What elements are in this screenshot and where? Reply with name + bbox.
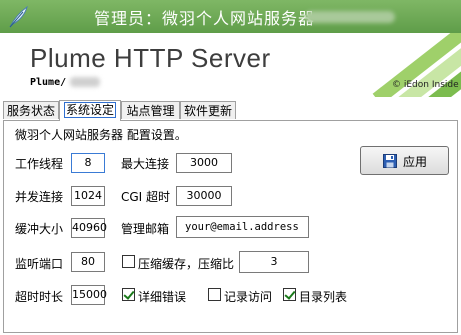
directory-listing-checkbox[interactable]: [283, 288, 296, 301]
copyright-text: © iEdon Inside: [392, 80, 459, 90]
timeout-label: 超时时长: [15, 290, 64, 304]
listen-port-input[interactable]: 80: [71, 252, 105, 272]
detailed-errors-checkbox[interactable]: [122, 288, 135, 301]
concurrent-connections-input[interactable]: 1024: [71, 186, 105, 206]
tab-bar: 服务状态 系统设定 站点管理 软件更新: [0, 100, 461, 121]
install-path: Plume/: [30, 77, 67, 88]
cgi-timeout-input[interactable]: 30000: [176, 186, 232, 206]
feather-icon: [9, 5, 28, 28]
apply-button-label: 应用: [403, 155, 428, 169]
cgi-timeout-label: CGI 超时: [121, 190, 171, 204]
admin-email-label: 管理邮箱: [121, 222, 170, 236]
compression-label: 压缩缓存，压缩比: [138, 257, 235, 271]
save-icon: [383, 154, 397, 168]
max-connections-input[interactable]: 3000: [176, 153, 232, 173]
window-title: 管理员：微羽个人网站服务器: [94, 9, 316, 28]
directory-listing-label: 目录列表: [299, 290, 348, 304]
tab-service-status[interactable]: 服务状态: [3, 101, 59, 119]
compression-checkbox[interactable]: [122, 255, 135, 268]
redacted-path: [70, 77, 100, 87]
buffer-size-label: 缓冲大小: [15, 222, 64, 236]
tab-site-management[interactable]: 站点管理: [121, 101, 180, 119]
listen-port-label: 监听端口: [15, 257, 64, 271]
admin-email-input[interactable]: your@email.address: [176, 216, 309, 238]
tab-system-settings[interactable]: 系统设定: [59, 100, 121, 121]
detailed-errors-label: 详细错误: [138, 290, 187, 304]
app-banner: Plume HTTP Server Plume/ © iEdon Inside: [0, 33, 461, 97]
timeout-input[interactable]: 15000: [71, 285, 107, 305]
redacted-text: [305, 11, 395, 23]
tab-software-update[interactable]: 软件更新: [180, 101, 236, 119]
access-log-checkbox[interactable]: [208, 288, 221, 301]
compression-ratio-input[interactable]: 3: [239, 251, 309, 273]
apply-button[interactable]: 应用: [360, 146, 449, 175]
worker-threads-input[interactable]: 8: [71, 153, 105, 173]
worker-threads-label: 工作线程: [15, 157, 64, 171]
title-bar: 管理员：微羽个人网站服务器: [0, 0, 461, 33]
max-connections-label: 最大连接: [121, 157, 170, 171]
buffer-size-input[interactable]: 40960: [71, 218, 107, 238]
concurrent-connections-label: 并发连接: [15, 190, 64, 204]
app-name: Plume HTTP Server: [30, 43, 271, 73]
access-log-label: 记录访问: [224, 290, 273, 304]
settings-heading: 微羽个人网站服务器 配置设置。: [15, 128, 187, 142]
